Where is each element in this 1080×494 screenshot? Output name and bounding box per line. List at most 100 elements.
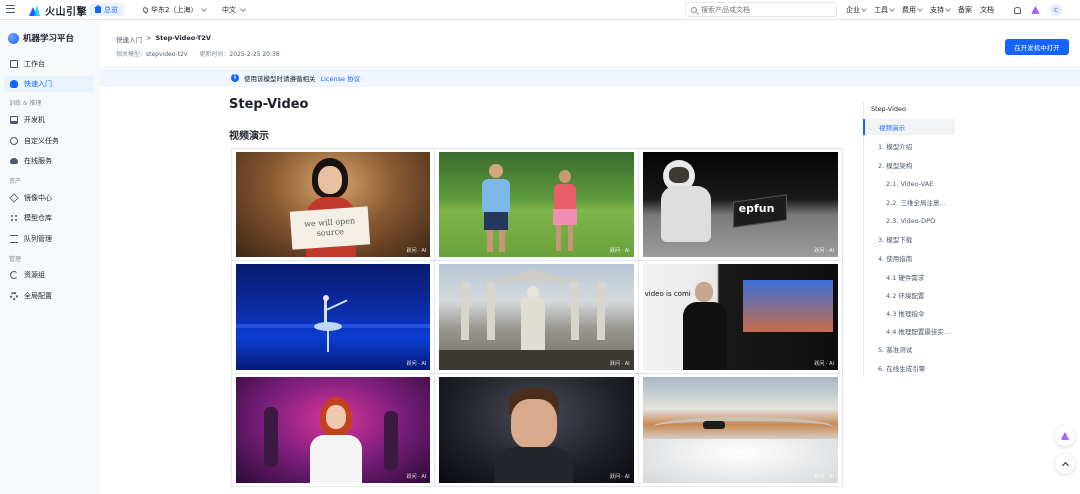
nav-filing[interactable]: 备案 xyxy=(958,5,972,15)
chevron-down-icon xyxy=(240,6,246,12)
sidebar-item-workbench[interactable]: 工作台 xyxy=(4,56,94,72)
bulb-icon xyxy=(10,80,18,88)
toc-item-download[interactable]: 3. 模型下载 xyxy=(864,231,956,247)
sidebar-item-global-config[interactable]: 全局配置 xyxy=(4,288,94,304)
region-selector[interactable]: 华东2（上海） xyxy=(141,5,208,15)
video-thumbnail-presenter[interactable]: video is comi 跃问 · AI xyxy=(642,264,838,370)
video-cell[interactable]: 跃问 · AI xyxy=(435,149,639,262)
sidebar-item-label: 模型仓库 xyxy=(24,214,52,222)
toc-item-vae[interactable]: 2.1. Video-VAE xyxy=(864,176,956,192)
toc-item-guide[interactable]: 4. 使用指南 xyxy=(864,250,956,266)
section-title: 视频演示 xyxy=(229,131,269,142)
toc-item-arch[interactable]: 2. 模型架构 xyxy=(864,157,956,173)
watermark: 跃问 · AI xyxy=(814,248,834,255)
video-cell[interactable]: 跃问 · AI xyxy=(639,374,842,486)
laptop-text: epfun xyxy=(738,202,775,215)
toc-item-online-engine[interactable]: 6. 在线生成引擎 xyxy=(864,360,956,376)
toc-title[interactable]: Step-Video xyxy=(871,105,906,113)
video-thumbnail-boy[interactable]: 跃问 · AI xyxy=(439,376,634,483)
sidebar-group-manage: 管理 xyxy=(9,256,22,263)
sidebar-item-online-service[interactable]: 在线服务 xyxy=(4,153,94,169)
toc-item-dpo[interactable]: 2.3. Video-DPO xyxy=(864,213,956,229)
sign-text-line2: source xyxy=(316,227,345,238)
video-cell[interactable]: video is comi 跃问 · AI xyxy=(638,261,842,374)
sidebar: 机器学习平台 工作台 快速入门 训练 & 推理 开发机 自定义任务 在线服务 资… xyxy=(0,21,100,494)
toc-item-inference[interactable]: 4.3 推理指令 xyxy=(864,305,956,321)
platform-header: 机器学习平台 xyxy=(8,32,74,44)
sidebar-item-queue[interactable]: 队列管理 xyxy=(4,231,94,247)
home-button[interactable]: 总览 xyxy=(89,3,124,16)
home-label: 总览 xyxy=(104,5,118,14)
breadcrumb-quickstart[interactable]: 快速入门 xyxy=(116,34,142,44)
avatar[interactable]: c xyxy=(1050,4,1062,16)
sidebar-item-quickstart[interactable]: 快速入门 xyxy=(4,76,94,92)
open-in-devbox-button[interactable]: 在开发机中打开 xyxy=(1005,39,1069,55)
volcano-logo-icon xyxy=(29,4,41,17)
model-label: 相关模型： xyxy=(116,51,147,58)
ai-assistant-icon[interactable] xyxy=(1031,6,1040,14)
breadcrumb-current: Step-Video-T2V xyxy=(155,34,211,42)
nav-docs[interactable]: 文档 xyxy=(980,5,994,15)
video-thumbnail-ballet[interactable]: 跃问 · AI xyxy=(236,264,431,370)
video-grid: we will open source 跃问 · AI 跃问 · AI epfu… xyxy=(231,148,843,487)
info-icon: i xyxy=(231,74,239,82)
sidebar-item-model-repo[interactable]: 模型仓库 xyxy=(4,210,94,226)
nav-support[interactable]: 支持 xyxy=(930,5,951,15)
sidebar-item-image-center[interactable]: 镜像中心 xyxy=(4,190,94,206)
chevron-up-icon xyxy=(1061,461,1069,470)
toc-item-best-practice[interactable]: 4.4 推理配置最佳实... xyxy=(864,323,956,339)
main-content: 快速入门 > Step-Video-T2V 相关模型：stepvideo-t2v… xyxy=(100,21,1080,494)
video-thumbnail-dancers[interactable]: 跃问 · AI xyxy=(236,376,431,483)
video-thumbnail-astronaut[interactable]: epfun 跃问 · AI xyxy=(642,152,838,258)
search-icon xyxy=(691,6,697,13)
video-thumbnail-couple-exercise[interactable]: 跃问 · AI xyxy=(439,152,634,258)
sidebar-group-train: 训练 & 推理 xyxy=(9,100,42,107)
sidebar-item-resource-group[interactable]: 资源组 xyxy=(4,267,94,283)
sign-board: we will open source xyxy=(289,206,371,250)
sidebar-item-label: 全局配置 xyxy=(24,292,52,300)
breadcrumb-separator: > xyxy=(146,34,152,42)
video-cell[interactable]: we will open source 跃问 · AI xyxy=(232,149,436,262)
license-notice: i 使用该模型时请遵循相关 License 协议 xyxy=(100,69,1080,87)
sidebar-item-devbox[interactable]: 开发机 xyxy=(4,112,94,128)
video-thumbnail-statue[interactable]: 跃问 · AI xyxy=(439,264,634,370)
video-cell[interactable]: 跃问 · AI xyxy=(435,261,639,374)
video-cell[interactable]: 跃问 · AI xyxy=(232,261,436,374)
toc-item-attention[interactable]: 2.2. 三维全局注意... xyxy=(864,194,956,210)
brand[interactable]: 火山引擎 xyxy=(29,3,87,18)
sidebar-item-custom-task[interactable]: 自定义任务 xyxy=(4,133,94,149)
watermark: 跃问 · AI xyxy=(609,248,630,255)
video-cell[interactable]: 跃问 · AI xyxy=(435,373,639,486)
search-input[interactable] xyxy=(701,5,831,14)
video-thumbnail-race-car[interactable]: 跃问 · AI xyxy=(642,376,838,483)
language-selector[interactable]: 中文 xyxy=(222,5,246,15)
video-thumbnail-girl-sign[interactable]: we will open source 跃问 · AI xyxy=(236,152,431,258)
top-bar: 火山引擎 总览 华东2（上海） 中文 企业 工具 费用 支持 备案 文档 c xyxy=(0,0,1080,20)
video-cell[interactable]: epfun 跃问 · AI xyxy=(638,149,842,262)
region-label: 华东2（上海） xyxy=(151,6,198,14)
video-cell[interactable]: 跃问 · AI xyxy=(232,373,436,486)
nav-billing[interactable]: 费用 xyxy=(902,5,923,15)
ai-assistant-float-button[interactable] xyxy=(1055,426,1075,446)
toc-item-demo[interactable]: 视频演示 xyxy=(863,119,955,135)
sidebar-item-label: 快速入门 xyxy=(24,80,52,88)
chevron-down-icon xyxy=(945,6,951,12)
bell-icon[interactable] xyxy=(1014,6,1021,14)
nav-enterprise[interactable]: 企业 xyxy=(846,5,867,15)
slide-text: video is comi xyxy=(644,290,691,299)
search-box[interactable] xyxy=(685,2,837,17)
toc-item-benchmark[interactable]: 5. 基准测试 xyxy=(864,341,956,357)
gear-icon xyxy=(10,292,18,300)
breadcrumb: 快速入门 > Step-Video-T2V xyxy=(116,34,211,44)
watermark: 跃问 · AI xyxy=(406,474,427,480)
back-to-top-button[interactable] xyxy=(1055,454,1075,474)
toc-item-intro[interactable]: 1. 模型介绍 xyxy=(864,138,956,154)
toc-item-hardware[interactable]: 4.1 硬件需求 xyxy=(864,269,956,285)
menu-icon[interactable] xyxy=(6,5,15,13)
toc-item-env[interactable]: 4.2 环境配置 xyxy=(864,287,956,303)
watermark: 跃问 · AI xyxy=(814,474,834,480)
sidebar-item-label: 开发机 xyxy=(24,116,45,124)
license-link[interactable]: License 协议 xyxy=(321,73,361,83)
model-value: stepvideo-t2v xyxy=(146,51,188,58)
nav-tools[interactable]: 工具 xyxy=(874,5,895,15)
